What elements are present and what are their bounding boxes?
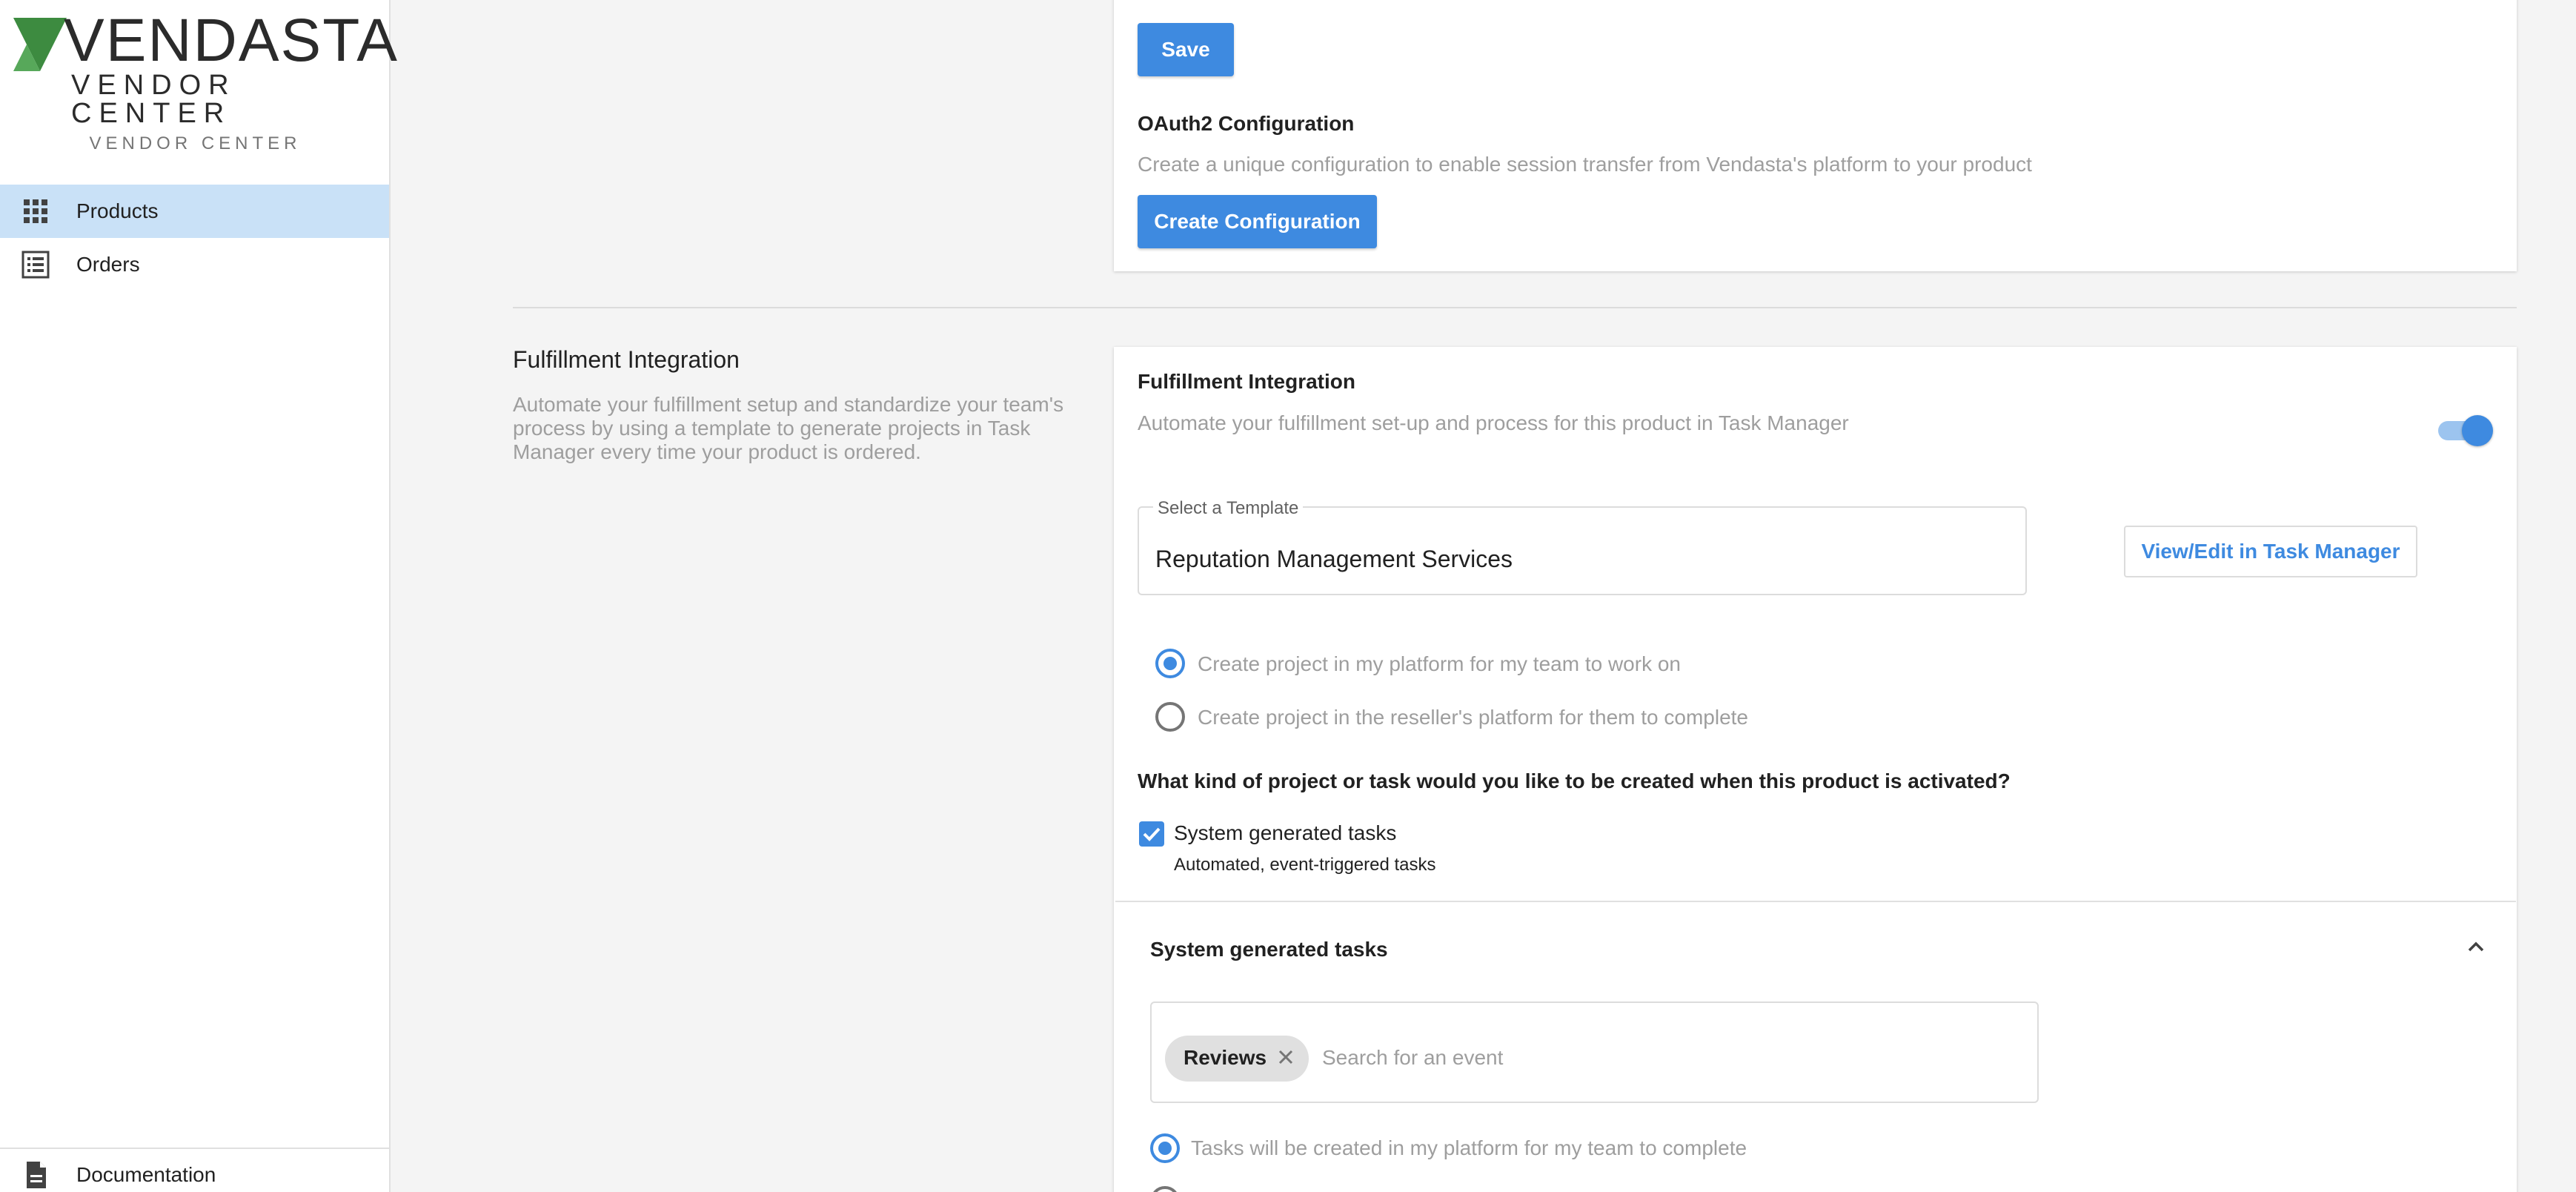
list-icon: [21, 251, 50, 279]
vendasta-logo[interactable]: VENDASTA VENDOR CENTER: [10, 10, 397, 128]
sidebar-item-label: Products: [76, 199, 159, 222]
sidebar-item-products[interactable]: Products: [0, 185, 389, 238]
sidebar: VENDASTA VENDOR CENTER VENDOR CENTER Pro…: [0, 0, 397, 1192]
chevron-up-icon[interactable]: [2465, 936, 2487, 958]
radio-reseller-platform-label: Create project in the reseller's platfor…: [1198, 706, 1748, 729]
system-tasks-label: System generated tasks: [1174, 821, 1397, 844]
grid-icon: [24, 199, 47, 223]
sidebar-item-orders[interactable]: Orders: [0, 238, 389, 291]
system-tasks-sublabel: Automated, event-triggered tasks: [1174, 855, 1436, 875]
vendasta-leaf-icon: [13, 18, 67, 71]
close-icon[interactable]: [1275, 1046, 1297, 1068]
radio-reseller-platform[interactable]: [1155, 702, 1185, 732]
fulfillment-section-intro: Fulfillment Integration Automate your fu…: [513, 346, 1076, 464]
panel-divider: [1115, 901, 2516, 902]
template-select-label: Select a Template: [1153, 498, 1304, 519]
logo-subtitle: VENDOR CENTER: [71, 70, 236, 129]
document-icon: [27, 1162, 46, 1188]
radio-my-platform[interactable]: [1155, 649, 1185, 678]
event-search-placeholder[interactable]: Search for an event: [1322, 1046, 1503, 1070]
section-title: Fulfillment Integration: [513, 346, 740, 373]
fulfillment-card-title: Fulfillment Integration: [1138, 370, 1355, 393]
checkmark-icon: [1143, 827, 1161, 841]
oauth-title: OAuth2 Configuration: [1138, 112, 1355, 135]
event-chip-label: Reviews: [1184, 1046, 1267, 1069]
system-tasks-checkbox[interactable]: [1139, 821, 1164, 847]
radio-tasks-my-platform[interactable]: [1150, 1133, 1180, 1163]
fulfillment-card-description: Automate your fulfillment set-up and pro…: [1138, 411, 1849, 434]
view-edit-task-manager-button[interactable]: View/Edit in Task Manager: [2124, 526, 2417, 577]
template-select-value: Reputation Management Services: [1155, 546, 1513, 572]
toggle-thumb: [2462, 415, 2493, 446]
sidebar-item-label: Documentation: [76, 1163, 216, 1186]
oauth-description: Create a unique configuration to enable …: [1138, 153, 2032, 176]
section-description: Automate your fulfillment setup and stan…: [513, 393, 1064, 463]
project-type-question: What kind of project or task would you l…: [1138, 769, 2011, 792]
create-configuration-button[interactable]: Create Configuration: [1138, 195, 1377, 248]
logo-wordmark: VENDASTA: [64, 7, 399, 74]
fulfillment-toggle[interactable]: [2438, 415, 2494, 446]
save-button[interactable]: Save: [1138, 23, 1234, 76]
sidebar-item-label: Orders: [76, 253, 140, 276]
sidebar-item-documentation[interactable]: Documentation: [0, 1149, 389, 1192]
system-tasks-panel-title: System generated tasks: [1150, 938, 1388, 961]
section-divider: [513, 307, 2517, 308]
sidebar-caption: VENDOR CENTER: [89, 133, 302, 153]
radio-tasks-my-platform-label: Tasks will be created in my platform for…: [1191, 1136, 1747, 1159]
radio-my-platform-label: Create project in my platform for my tea…: [1198, 652, 1681, 675]
